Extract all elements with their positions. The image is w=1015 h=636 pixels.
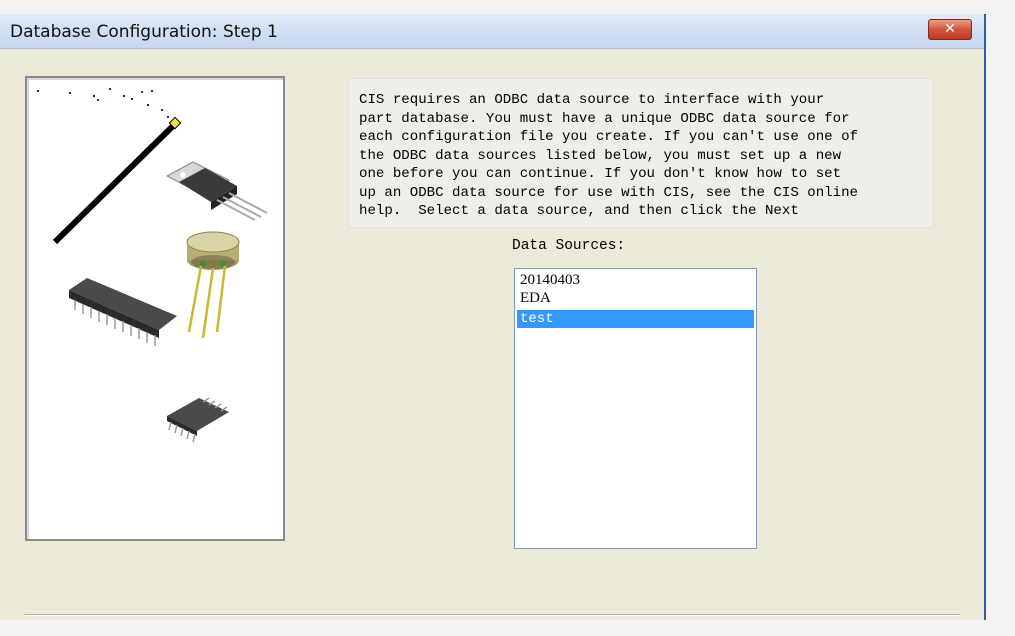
instructions-line: each configuration file you create. If y… [359, 129, 858, 145]
title-bar[interactable]: Database Configuration: Step 1 ✕ [0, 14, 984, 49]
close-icon: ✕ [944, 21, 956, 37]
data-sources-label: Data Sources: [512, 238, 626, 254]
to220-transistor-icon [165, 161, 268, 221]
wizard-illustration [25, 76, 285, 541]
illustration-graphic [37, 88, 268, 443]
database-config-dialog: Database Configuration: Step 1 ✕ CIS req… [0, 14, 986, 620]
list-item-20140403[interactable]: 20140403 [517, 271, 754, 289]
close-button[interactable]: ✕ [928, 19, 972, 40]
magic-wand-icon [52, 116, 182, 245]
instructions-text: CIS requires an ODBC data source to inte… [348, 78, 934, 228]
data-sources-listbox[interactable]: 20140403 EDA test [514, 268, 757, 549]
window-title: Database Configuration: Step 1 [10, 22, 278, 42]
instructions-line: part database. You must have a unique OD… [359, 110, 850, 127]
instructions-line: one before you can continue. If you don'… [359, 166, 842, 182]
instructions-line: CIS requires an ODBC data source to inte… [359, 92, 825, 108]
instructions-line: up an ODBC data source for use with CIS,… [359, 184, 858, 201]
to5-transistor-icon [186, 231, 240, 339]
sparkles-icon [37, 88, 169, 118]
instructions-line: help. Select a data source, and then cli… [359, 203, 799, 219]
list-item-eda[interactable]: EDA [517, 289, 754, 307]
instructions-line: the ODBC data sources listed below, you … [359, 147, 842, 164]
list-item-test-selected[interactable]: test [517, 310, 754, 328]
soic-chip-icon [167, 397, 229, 443]
dip-ic-chip-icon [69, 278, 177, 346]
bottom-separator [24, 614, 960, 616]
